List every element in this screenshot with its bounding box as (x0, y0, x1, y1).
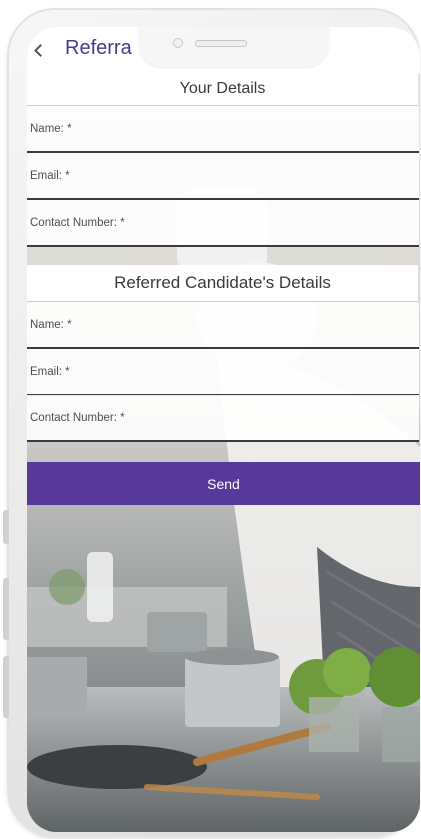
candidate-details-heading: Referred Candidate's Details (27, 265, 418, 302)
your-email-field[interactable] (27, 153, 419, 200)
candidate-email-input[interactable] (27, 349, 419, 394)
candidate-email-field[interactable] (27, 349, 419, 396)
candidate-name-input[interactable] (27, 302, 419, 347)
camera-icon (173, 38, 183, 48)
your-contact-number-input[interactable] (27, 200, 419, 245)
your-contact-number-field[interactable] (27, 200, 419, 247)
your-email-input[interactable] (27, 153, 419, 198)
speaker-grille (195, 40, 247, 47)
candidate-contact-number-field[interactable] (27, 395, 419, 442)
phone-side-button (3, 578, 9, 640)
candidate-name-field[interactable] (27, 302, 419, 349)
your-name-field[interactable] (27, 106, 419, 153)
your-name-input[interactable] (27, 106, 419, 151)
phone-side-button (3, 510, 9, 544)
your-details-heading: Your Details (27, 73, 418, 106)
phone-notch (139, 27, 329, 67)
send-button[interactable]: Send (27, 462, 420, 505)
back-arrow-icon[interactable] (34, 44, 47, 57)
phone-side-button (3, 656, 9, 718)
phone-screen: Referra Your Details Referred Candidate'… (27, 27, 420, 832)
page-title: Referra (65, 37, 132, 59)
candidate-contact-number-input[interactable] (27, 395, 419, 440)
